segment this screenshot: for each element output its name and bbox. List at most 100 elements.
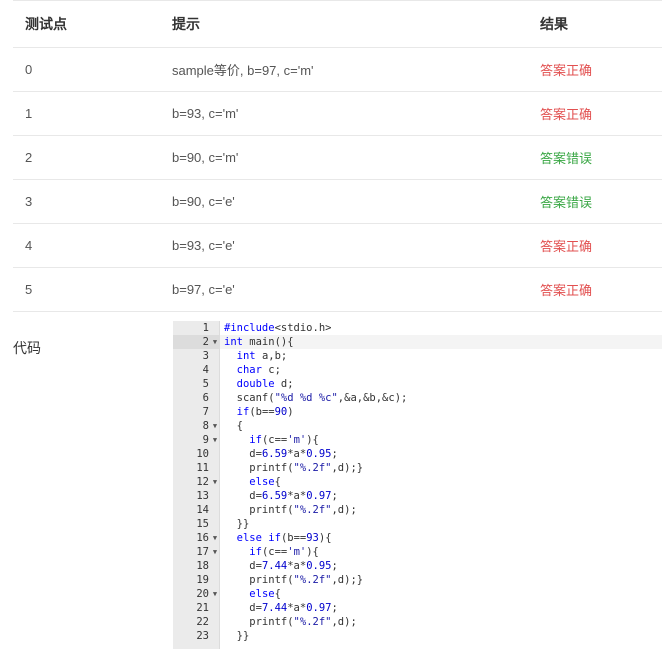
code-text: if(c=='m'){ bbox=[249, 434, 319, 446]
code-line[interactable]: 20 ▼ else{ bbox=[173, 587, 662, 601]
test-point-hint: sample等价, b=97, c='m' bbox=[172, 63, 314, 78]
code-lines: 1 #include<stdio.h> 2 ▼ int main(){3 int a,b… bbox=[173, 321, 662, 643]
code-line[interactable]: 10 d=6.59*a*0.95; bbox=[173, 447, 662, 461]
result-badge: 答案错误 bbox=[540, 151, 593, 166]
line-number: 18 bbox=[196, 560, 209, 572]
code-line[interactable]: 5 double d; bbox=[173, 377, 662, 391]
test-point-id: 2 bbox=[25, 150, 33, 165]
test-point-hint: b=90, c='e' bbox=[172, 194, 235, 209]
code-line[interactable]: 23 }} bbox=[173, 629, 662, 643]
test-point-id: 4 bbox=[25, 238, 33, 253]
code-text: #include<stdio.h> bbox=[224, 322, 332, 334]
test-point-id: 1 bbox=[25, 106, 33, 121]
code-text: if(c=='m'){ bbox=[249, 546, 319, 558]
code-text: else{ bbox=[249, 476, 281, 488]
line-number: 21 bbox=[196, 602, 209, 614]
test-point-hint: b=90, c='m' bbox=[172, 150, 239, 165]
code-text: }} bbox=[224, 630, 250, 642]
code-line[interactable]: 15 }} bbox=[173, 517, 662, 531]
table-body: 0 sample等价, b=97, c='m' 答案正确 1 b=93, c='m' 答案… bbox=[13, 48, 662, 312]
line-number: 22 bbox=[196, 616, 209, 628]
code-line[interactable]: 4 char c; bbox=[173, 363, 662, 377]
code-line[interactable]: 16 ▼ else if(b==93){ bbox=[173, 531, 662, 545]
table-header-row: 测试点 提示 结果 bbox=[13, 1, 662, 48]
line-number: 13 bbox=[196, 490, 209, 502]
code-text: { bbox=[224, 420, 243, 432]
code-label: 代码 bbox=[13, 340, 41, 356]
code-line[interactable]: 1 #include<stdio.h> bbox=[173, 321, 662, 335]
code-line[interactable]: 3 int a,b; bbox=[173, 349, 662, 363]
code-line[interactable]: 2 ▼ int main(){ bbox=[173, 335, 662, 349]
code-line[interactable]: 22 printf("%.2f",d); bbox=[173, 615, 662, 629]
fold-toggle-icon[interactable]: ▼ bbox=[211, 475, 219, 489]
line-number: 20 bbox=[196, 588, 209, 600]
code-line[interactable]: 21 d=7.44*a*0.97; bbox=[173, 601, 662, 615]
fold-toggle-icon[interactable]: ▼ bbox=[211, 545, 219, 559]
code-text: int a,b; bbox=[236, 350, 288, 362]
code-text: printf("%.2f",d);} bbox=[224, 574, 364, 586]
header-result: 结果 bbox=[540, 16, 568, 32]
code-line[interactable]: 8 ▼ { bbox=[173, 419, 662, 433]
code-line[interactable]: 17 ▼ if(c=='m'){ bbox=[173, 545, 662, 559]
fold-toggle-icon[interactable]: ▼ bbox=[211, 531, 219, 545]
line-number: 3 bbox=[202, 350, 209, 362]
code-text: d=6.59*a*0.95; bbox=[224, 448, 338, 460]
header-test-point: 测试点 bbox=[25, 16, 67, 32]
code-line[interactable]: 18 d=7.44*a*0.95; bbox=[173, 559, 662, 573]
table-row: 3 b=90, c='e' 答案错误 bbox=[13, 180, 662, 224]
fold-toggle-icon[interactable]: ▼ bbox=[211, 587, 219, 601]
code-text: scanf("%d %d %c",&a,&b,&c); bbox=[224, 392, 408, 404]
code-line[interactable]: 9 ▼ if(c=='m'){ bbox=[173, 433, 662, 447]
code-text: int main(){ bbox=[224, 336, 294, 348]
test-point-hint: b=93, c='e' bbox=[172, 238, 235, 253]
fold-toggle-icon[interactable]: ▼ bbox=[211, 335, 219, 349]
code-text: }} bbox=[224, 518, 250, 530]
line-number: 4 bbox=[202, 364, 209, 376]
line-number: 12 bbox=[196, 476, 209, 488]
line-number: 15 bbox=[196, 518, 209, 530]
code-line[interactable]: 13 d=6.59*a*0.97; bbox=[173, 489, 662, 503]
code-text: printf("%.2f",d); bbox=[224, 504, 357, 516]
code-line[interactable]: 6 scanf("%d %d %c",&a,&b,&c); bbox=[173, 391, 662, 405]
line-number: 14 bbox=[196, 504, 209, 516]
fold-toggle-icon[interactable]: ▼ bbox=[211, 433, 219, 447]
line-number: 6 bbox=[202, 392, 209, 404]
line-number: 8 bbox=[202, 420, 209, 432]
fold-toggle-icon[interactable]: ▼ bbox=[211, 419, 219, 433]
code-text: d=7.44*a*0.95; bbox=[224, 560, 338, 572]
line-number: 7 bbox=[202, 406, 209, 418]
table-row: 2 b=90, c='m' 答案错误 bbox=[13, 136, 662, 180]
result-badge: 答案正确 bbox=[540, 63, 593, 78]
header-hint: 提示 bbox=[172, 16, 200, 32]
code-line[interactable]: 19 printf("%.2f",d);} bbox=[173, 573, 662, 587]
code-text: double d; bbox=[236, 378, 294, 390]
test-point-id: 3 bbox=[25, 194, 33, 209]
result-badge: 答案正确 bbox=[540, 283, 593, 298]
result-badge: 答案错误 bbox=[540, 195, 593, 210]
code-text: else if(b==93){ bbox=[236, 532, 332, 544]
result-badge: 答案正确 bbox=[540, 107, 593, 122]
code-text: if(b==90) bbox=[236, 406, 294, 418]
line-number: 10 bbox=[196, 448, 209, 460]
line-number: 16 bbox=[196, 532, 209, 544]
results-table: 测试点 提示 结果 0 sample等价, b=97, c='m' 答案正确 1 b=9… bbox=[13, 0, 662, 312]
code-line[interactable]: 7 if(b==90) bbox=[173, 405, 662, 419]
code-text: d=7.44*a*0.97; bbox=[224, 602, 338, 614]
line-number: 23 bbox=[196, 630, 209, 642]
code-line[interactable]: 12 ▼ else{ bbox=[173, 475, 662, 489]
code-text: printf("%.2f",d);} bbox=[224, 462, 364, 474]
table-row: 1 b=93, c='m' 答案正确 bbox=[13, 92, 662, 136]
code-editor[interactable]: 1 #include<stdio.h> 2 ▼ int main(){3 int a,b… bbox=[173, 321, 662, 649]
test-point-hint: b=97, c='e' bbox=[172, 282, 235, 297]
test-point-id: 0 bbox=[25, 62, 33, 77]
line-number: 2 bbox=[202, 336, 209, 348]
table-row: 4 b=93, c='e' 答案正确 bbox=[13, 224, 662, 268]
code-line[interactable]: 11 printf("%.2f",d);} bbox=[173, 461, 662, 475]
line-number: 11 bbox=[196, 462, 209, 474]
table-row: 5 b=97, c='e' 答案正确 bbox=[13, 268, 662, 312]
line-number: 17 bbox=[196, 546, 209, 558]
code-line[interactable]: 14 printf("%.2f",d); bbox=[173, 503, 662, 517]
code-text: else{ bbox=[249, 588, 281, 600]
line-number: 19 bbox=[196, 574, 209, 586]
code-text: char c; bbox=[236, 364, 281, 376]
